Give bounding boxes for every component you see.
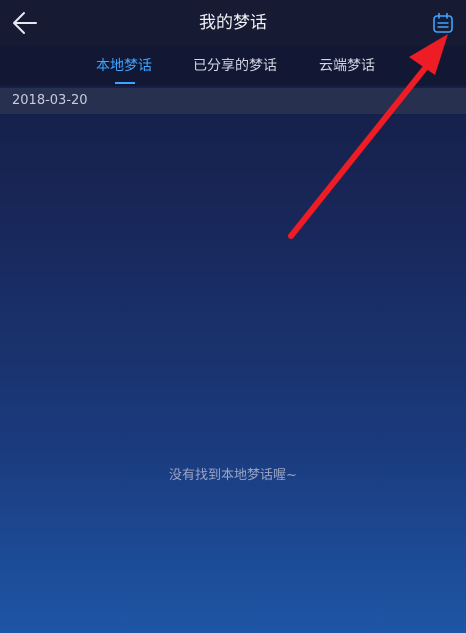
date-label: 2018-03-20 xyxy=(12,93,88,108)
page-title: 我的梦话 xyxy=(199,13,267,33)
tab-local-dream-talk[interactable]: 本地梦话 xyxy=(96,46,152,86)
tab-bar: 本地梦话 已分享的梦话 云端梦话 xyxy=(0,46,466,86)
tab-cloud-dream-talk[interactable]: 云端梦话 xyxy=(319,46,375,86)
tab-shared-dream-talk[interactable]: 已分享的梦话 xyxy=(193,46,277,86)
back-arrow-icon xyxy=(13,12,37,34)
active-tab-indicator xyxy=(115,82,135,84)
calendar-icon xyxy=(433,12,453,33)
dream-talk-screen: 我的梦话 本地梦话 已分享的梦话 云端梦话 2018-03-20 没有找到本地梦… xyxy=(0,0,466,633)
empty-state-message: 没有找到本地梦话喔~ xyxy=(169,468,297,483)
date-header: 2018-03-20 xyxy=(0,88,466,114)
back-button[interactable] xyxy=(6,4,44,42)
calendar-button[interactable] xyxy=(426,6,460,40)
top-bar: 我的梦话 xyxy=(0,0,466,46)
